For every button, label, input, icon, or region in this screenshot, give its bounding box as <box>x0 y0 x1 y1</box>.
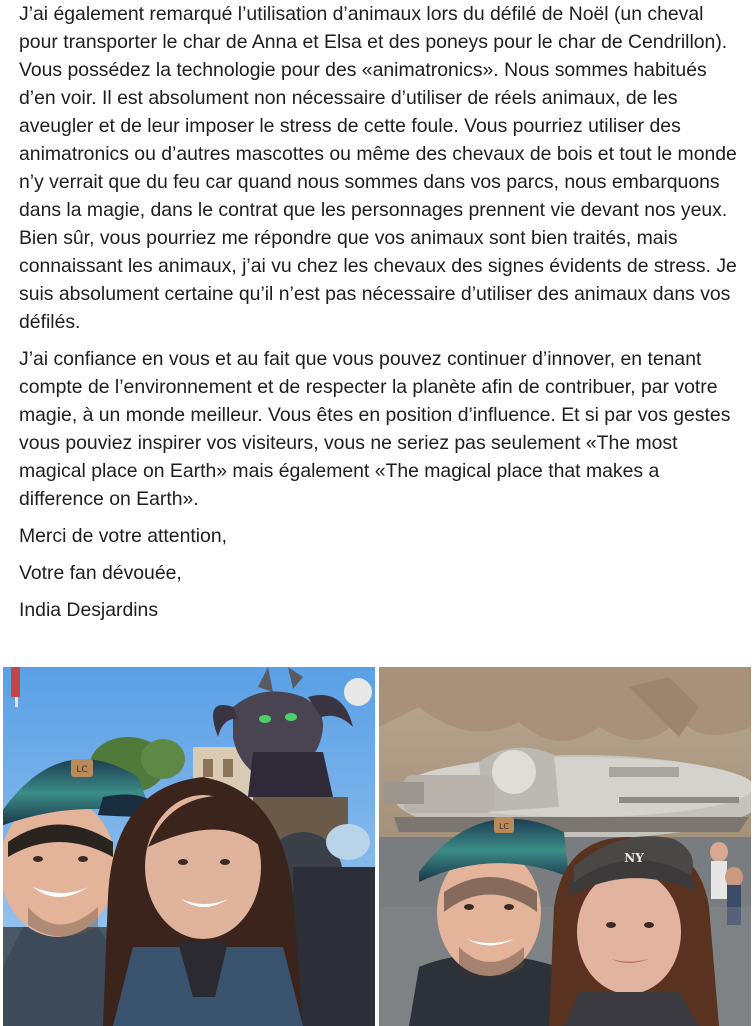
ny-cap-logo: NY <box>624 851 644 865</box>
post-paragraph-1: J’ai également remarqué l’utilisation d’… <box>19 3 737 333</box>
post-paragraph-2: J’ai confiance en vous et au fait que vo… <box>19 348 731 510</box>
post-closing: Merci de votre attention, <box>19 525 228 547</box>
post-signature: India Desjardins <box>19 599 159 621</box>
photo-grid: LC LC NY <box>0 667 756 1026</box>
photo-left-image: LC <box>3 667 375 1026</box>
post-text: J’ai également remarqué l’utilisation d’… <box>19 0 741 633</box>
photo-left-selfie-parade[interactable]: LC <box>3 667 375 1026</box>
cap-logo-left: LC <box>76 765 87 775</box>
photo-right-selfie-falcon[interactable]: LC NY <box>379 667 751 1026</box>
post-signoff: Votre fan dévouée, <box>19 562 182 584</box>
photo-right-image: LC NY <box>379 667 751 1026</box>
cap-logo-right: LC <box>499 822 509 831</box>
